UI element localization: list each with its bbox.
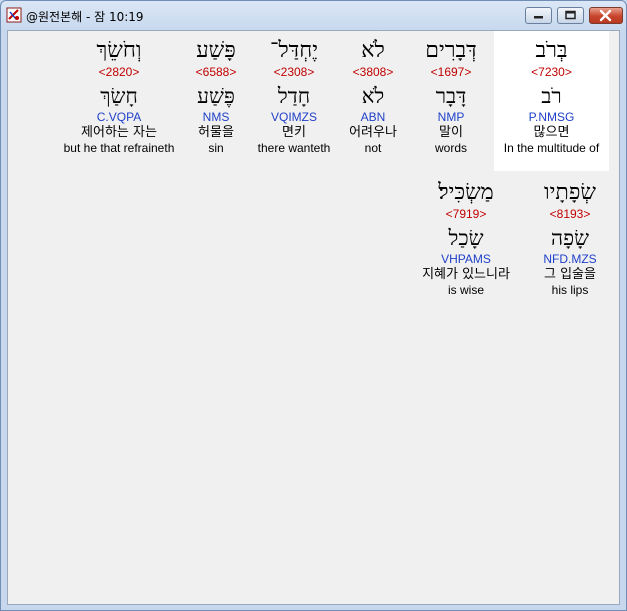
morphology-code: ABN	[360, 110, 386, 124]
window-title: @원전본해 - 잠 10:19	[26, 10, 144, 24]
korean-gloss: 많으면	[533, 125, 570, 140]
morphology-code: NFD.MZS	[543, 252, 597, 266]
lemma-word: רֹב	[541, 84, 562, 108]
lemma-word: חָדַל	[277, 84, 311, 108]
word-cell[interactable]: פָּשַׁע <6588> פֶּשַׁע NMS 허물을 sin	[182, 31, 250, 156]
word-cell[interactable]: וְחֹשֵׂךְ <2820> חָשַׂךְ C.VQPA 제어하는 자는 …	[56, 31, 182, 156]
korean-gloss: 제어하는 자는	[81, 125, 157, 140]
word-cell[interactable]: יֶחְדַּל־ <2308> חָדַל VQIMZS 면키 there w…	[250, 31, 338, 156]
morphology-code: P.NMSG	[528, 110, 575, 124]
english-gloss: sin	[208, 141, 224, 155]
title-bar[interactable]: @원전본해 - 잠 10:19	[1, 1, 626, 29]
hebrew-word: שְׂפָתָיו	[544, 180, 596, 205]
interlinear-panel: בְּרֹב <7230> רֹב P.NMSG 많으면 In the mult…	[7, 30, 620, 605]
word-cell[interactable]: בְּרֹב <7230> רֹב P.NMSG 많으면 In the mult…	[494, 31, 609, 171]
korean-gloss: 허물을	[198, 125, 234, 140]
word-cell[interactable]: שְׂפָתָיו <8193> שָׂפָה NFD.MZS 그 입술을 hi…	[524, 173, 616, 298]
strong-number[interactable]: <3808>	[338, 65, 408, 79]
hebrew-word: לֹא	[361, 38, 385, 63]
strong-number[interactable]: <7919>	[408, 207, 524, 221]
english-gloss: In the multitude of	[503, 141, 600, 155]
hebrew-word: פָּשַׁע	[196, 38, 236, 63]
hebrew-word: בְּרֹב	[535, 38, 568, 63]
hebrew-word: מַשְׂכִּיל׃	[438, 180, 494, 205]
strong-number[interactable]: <2308>	[250, 65, 338, 79]
english-gloss: not	[364, 141, 382, 155]
lemma-word: שָׂכַל	[448, 226, 484, 250]
strong-number[interactable]: <8193>	[524, 207, 616, 221]
english-gloss: words	[434, 141, 467, 155]
lemma-word: דָּבָר	[435, 84, 467, 108]
korean-gloss: 어려우나	[349, 125, 397, 140]
maximize-icon	[565, 10, 576, 20]
app-window: @원전본해 - 잠 10:19 בְּרֹב <7230> רֹב P.NMSG…	[0, 0, 627, 611]
strong-number[interactable]: <6588>	[182, 65, 250, 79]
english-gloss: but he that refraineth	[63, 141, 175, 155]
strong-number[interactable]: <2820>	[56, 65, 182, 79]
hebrew-word: דְּבָרִים	[425, 38, 477, 63]
english-gloss: his lips	[551, 283, 589, 297]
korean-gloss: 그 입술을	[544, 267, 596, 282]
word-cell[interactable]: דְּבָרִים <1697> דָּבָר NMP 말이 words	[408, 31, 494, 156]
english-gloss: is wise	[447, 283, 484, 297]
lemma-word: פֶּשַׁע	[197, 84, 235, 108]
morphology-code: VQIMZS	[270, 110, 317, 124]
app-logo-icon	[6, 7, 22, 23]
lemma-word: שָׂפָה	[551, 226, 589, 250]
morphology-code: C.VQPA	[96, 110, 142, 124]
word-cell[interactable]: מַשְׂכִּיל׃ <7919> שָׂכַל VHPAMS 지혜가 있느니…	[408, 173, 524, 298]
morphology-code: VHPAMS	[441, 252, 491, 266]
minimize-icon	[534, 16, 543, 19]
maximize-button[interactable]	[557, 7, 584, 24]
hebrew-word: וְחֹשֵׂךְ	[96, 38, 142, 63]
strong-number[interactable]: <7230>	[494, 65, 609, 79]
lemma-word: חָשַׂךְ	[100, 84, 138, 108]
morphology-code: NMP	[437, 110, 465, 124]
lemma-word: לֹא	[361, 84, 385, 108]
strong-number[interactable]: <1697>	[408, 65, 494, 79]
close-icon	[599, 9, 612, 22]
korean-gloss: 지혜가 있느니라	[422, 267, 510, 282]
english-gloss: there wanteth	[257, 141, 331, 155]
word-cell[interactable]: לֹא <3808> לֹא ABN 어려우나 not	[338, 31, 408, 156]
minimize-button[interactable]	[525, 7, 552, 24]
morphology-code: NMS	[202, 110, 230, 124]
korean-gloss: 면키	[282, 125, 306, 140]
close-button[interactable]	[589, 7, 623, 24]
korean-gloss: 말이	[439, 125, 463, 140]
hebrew-word: יֶחְדַּל־	[269, 38, 319, 63]
